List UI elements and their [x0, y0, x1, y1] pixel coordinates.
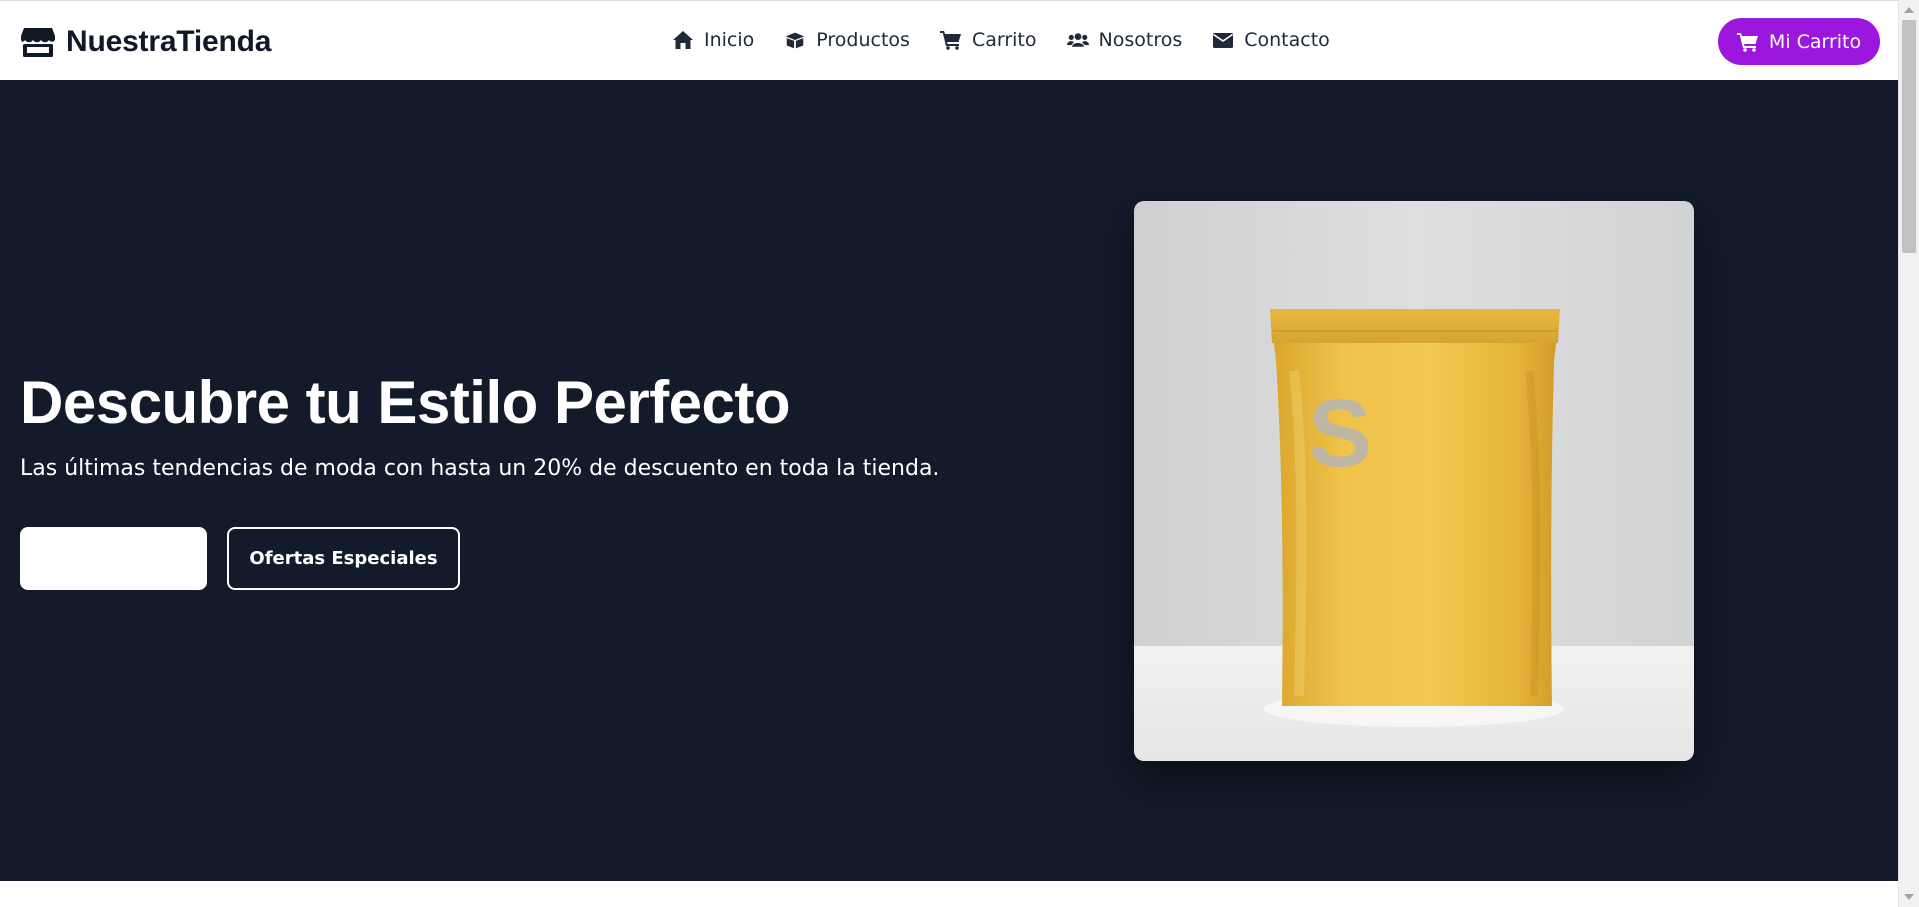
svg-text:S: S	[1308, 380, 1372, 487]
page-scrollbar[interactable]	[1898, 0, 1919, 907]
hero-subtitle: Las últimas tendencias de moda con hasta…	[20, 456, 940, 481]
navbar: NuestraTienda Inicio Productos Carrito N…	[0, 0, 1898, 80]
scroll-up-icon[interactable]	[1904, 7, 1914, 13]
scroll-down-icon[interactable]	[1904, 894, 1914, 900]
next-section	[0, 881, 1898, 907]
home-icon	[673, 31, 693, 49]
hero-title: Descubre tu Estilo Perfecto	[20, 369, 791, 436]
page: NuestraTienda Inicio Productos Carrito N…	[0, 0, 1919, 907]
my-cart-label: Mi Carrito	[1768, 30, 1862, 53]
cart-icon	[939, 31, 961, 50]
hero-product-image: S	[1134, 201, 1694, 761]
nav-item-productos[interactable]: Productos	[784, 29, 910, 51]
cart-icon	[1736, 32, 1758, 52]
nav-item-nosotros[interactable]: Nosotros	[1066, 29, 1183, 51]
brand[interactable]: NuestraTienda	[20, 25, 271, 59]
nav-label: Productos	[816, 29, 910, 51]
nav-label: Inicio	[704, 29, 755, 51]
main-nav: Inicio Productos Carrito Nosotros Contac…	[672, 29, 1330, 51]
nav-item-carrito[interactable]: Carrito	[939, 29, 1037, 51]
scroll-thumb[interactable]	[1902, 20, 1916, 253]
my-cart-button[interactable]: Mi Carrito	[1718, 18, 1880, 65]
nav-item-contacto[interactable]: Contacto	[1212, 29, 1330, 51]
users-icon	[1066, 33, 1089, 47]
product-photo: S	[1134, 201, 1694, 761]
store-icon	[21, 28, 55, 57]
nav-label: Carrito	[971, 29, 1037, 51]
nav-item-inicio[interactable]: Inicio	[672, 29, 754, 51]
envelope-icon	[1213, 33, 1234, 48]
shop-now-button[interactable]	[20, 527, 207, 590]
nav-label: Contacto	[1244, 29, 1330, 51]
box-icon	[786, 32, 805, 49]
nav-label: Nosotros	[1098, 29, 1183, 51]
special-offers-button[interactable]: Ofertas Especiales	[227, 527, 460, 590]
brand-name: NuestraTienda	[66, 25, 272, 58]
hero-section: Descubre tu Estilo Perfecto Las últimas …	[0, 80, 1898, 881]
